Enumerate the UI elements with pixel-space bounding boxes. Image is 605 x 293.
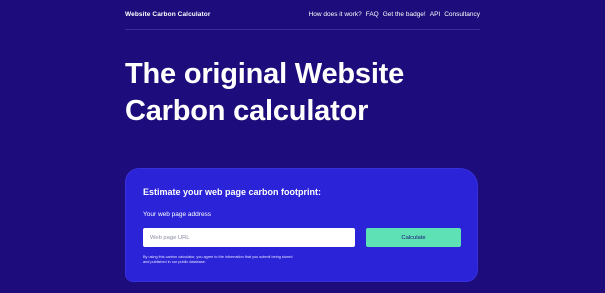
nav-link-api[interactable]: API bbox=[430, 11, 440, 18]
main-navigation: How does it work? FAQ Get the badge! API… bbox=[309, 11, 480, 18]
url-field-label: Your web page address bbox=[143, 211, 212, 218]
privacy-disclaimer: By using this carbon calculator, you agr… bbox=[143, 255, 293, 264]
calculator-title: Estimate your web page carbon footprint: bbox=[143, 187, 322, 197]
hero-title: The original Website Carbon calculator bbox=[125, 56, 485, 130]
site-brand-link[interactable]: Website Carbon Calculator bbox=[125, 11, 210, 18]
nav-link-consultancy[interactable]: Consultancy bbox=[444, 11, 480, 18]
url-input[interactable] bbox=[143, 228, 355, 247]
nav-link-faq[interactable]: FAQ bbox=[366, 11, 379, 18]
header-divider bbox=[125, 29, 480, 30]
calculate-button[interactable]: Calculate bbox=[366, 228, 461, 247]
hero-title-line-1: The original Website bbox=[125, 58, 405, 90]
hero-title-line-2: Carbon calculator bbox=[125, 95, 369, 127]
nav-link-how-does-it-work[interactable]: How does it work? bbox=[309, 11, 362, 18]
site-header: Website Carbon Calculator How does it wo… bbox=[125, 10, 480, 22]
carbon-calculator-card: Estimate your web page carbon footprint:… bbox=[125, 168, 478, 282]
nav-link-get-the-badge[interactable]: Get the badge! bbox=[383, 11, 426, 18]
